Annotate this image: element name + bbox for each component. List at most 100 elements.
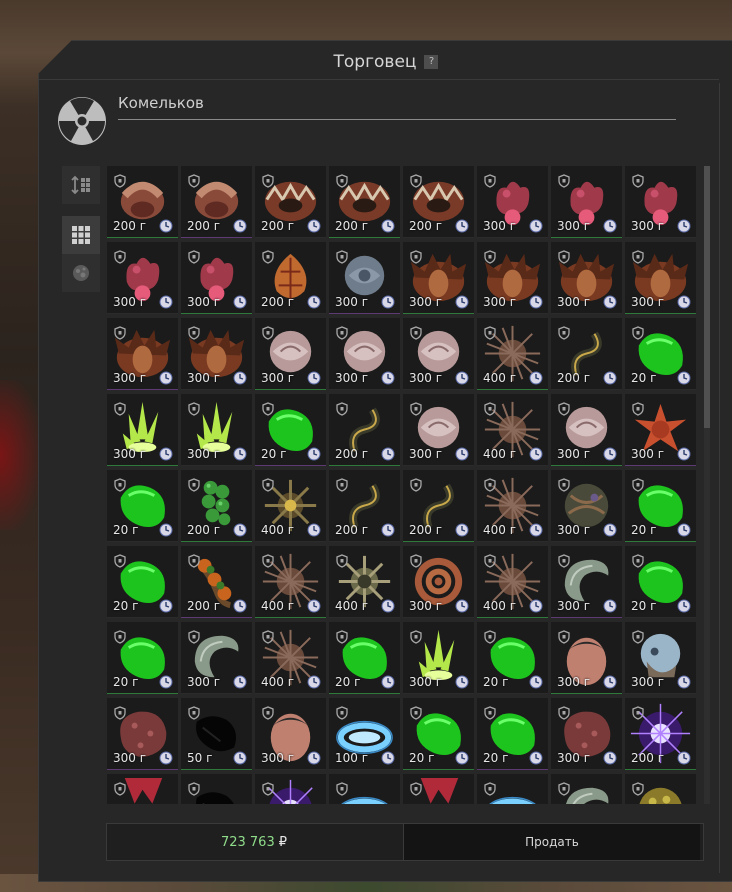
- item-slot[interactable]: 300 г: [551, 622, 622, 694]
- item-slot[interactable]: 200 г: [181, 470, 252, 542]
- item-price: 300 г: [557, 219, 591, 233]
- item-slot[interactable]: 300 г: [107, 318, 178, 390]
- shield-icon: [410, 630, 422, 644]
- artifact-filter-button[interactable]: [62, 254, 100, 292]
- item-slot[interactable]: 400 г: [255, 622, 326, 694]
- item-slot[interactable]: 300 г: [551, 394, 622, 466]
- grid-scrollbar[interactable]: [704, 166, 710, 804]
- item-slot[interactable]: 200 г: [329, 394, 400, 466]
- trader-name-underline: [118, 119, 676, 120]
- item-slot[interactable]: 300 г: [181, 394, 252, 466]
- item-slot[interactable]: 200 г: [403, 470, 474, 542]
- item-slot[interactable]: 300 г: [403, 546, 474, 618]
- item-price: 300 г: [557, 599, 591, 613]
- sell-button[interactable]: Продать: [403, 824, 700, 860]
- item-slot[interactable]: 300 г: [625, 242, 696, 314]
- item-slot[interactable]: 300 г: [477, 166, 548, 238]
- item-slot[interactable]: 400 г: [255, 470, 326, 542]
- shield-icon: [558, 706, 570, 720]
- item-slot[interactable]: 300 г: [625, 622, 696, 694]
- item-slot[interactable]: 20 г: [477, 698, 548, 770]
- item-price: 400 г: [261, 675, 295, 689]
- item-slot[interactable]: [181, 774, 252, 804]
- item-slot[interactable]: 300 г: [625, 166, 696, 238]
- item-slot[interactable]: 200 г: [181, 166, 252, 238]
- item-slot[interactable]: 300 г: [403, 242, 474, 314]
- item-slot[interactable]: 300 г: [403, 318, 474, 390]
- item-slot[interactable]: [107, 774, 178, 804]
- clock-icon: [307, 599, 321, 613]
- shield-icon: [632, 478, 644, 492]
- clock-icon: [381, 751, 395, 765]
- item-slot[interactable]: 20 г: [107, 546, 178, 618]
- item-price: 400 г: [483, 523, 517, 537]
- item-slot[interactable]: 200 г: [329, 166, 400, 238]
- item-slot[interactable]: [551, 774, 622, 804]
- grid-icon: [72, 226, 90, 244]
- item-slot[interactable]: 200 г: [329, 470, 400, 542]
- item-slot[interactable]: 300 г: [329, 242, 400, 314]
- item-slot[interactable]: 300 г: [255, 698, 326, 770]
- scrollbar-thumb[interactable]: [704, 166, 710, 428]
- item-slot[interactable]: 300 г: [255, 318, 326, 390]
- item-slot[interactable]: [255, 774, 326, 804]
- item-slot[interactable]: 300 г: [181, 622, 252, 694]
- item-slot[interactable]: 400 г: [477, 546, 548, 618]
- sort-button[interactable]: [62, 166, 100, 204]
- item-slot[interactable]: 400 г: [477, 394, 548, 466]
- item-slot[interactable]: 200 г: [107, 166, 178, 238]
- item-slot[interactable]: 300 г: [181, 318, 252, 390]
- item-slot[interactable]: 20 г: [477, 622, 548, 694]
- item-price: 300 г: [409, 371, 443, 385]
- item-slot[interactable]: 300 г: [551, 546, 622, 618]
- item-slot[interactable]: 400 г: [255, 546, 326, 618]
- item-slot[interactable]: 200 г: [403, 166, 474, 238]
- clock-icon: [233, 523, 247, 537]
- item-slot[interactable]: 20 г: [255, 394, 326, 466]
- grid-view-button[interactable]: [62, 216, 100, 254]
- item-slot[interactable]: 20 г: [107, 470, 178, 542]
- shield-icon: [336, 630, 348, 644]
- item-slot[interactable]: 300 г: [551, 242, 622, 314]
- item-slot[interactable]: 300 г: [107, 394, 178, 466]
- item-slot[interactable]: 300 г: [551, 470, 622, 542]
- item-slot[interactable]: 200 г: [255, 166, 326, 238]
- item-slot[interactable]: 300 г: [403, 622, 474, 694]
- item-slot[interactable]: 50 г: [181, 698, 252, 770]
- item-slot[interactable]: 400 г: [477, 318, 548, 390]
- shield-icon: [262, 250, 274, 264]
- item-slot[interactable]: [625, 774, 696, 804]
- item-slot[interactable]: 200 г: [255, 242, 326, 314]
- item-slot[interactable]: 20 г: [107, 622, 178, 694]
- item-slot[interactable]: 300 г: [107, 242, 178, 314]
- item-slot[interactable]: 200 г: [181, 546, 252, 618]
- item-slot[interactable]: 300 г: [181, 242, 252, 314]
- item-slot[interactable]: 300 г: [107, 698, 178, 770]
- item-slot[interactable]: [403, 774, 474, 804]
- item-price: 20 г: [113, 523, 139, 537]
- item-slot[interactable]: 300 г: [625, 394, 696, 466]
- item-slot[interactable]: 20 г: [625, 546, 696, 618]
- item-slot[interactable]: 300 г: [551, 166, 622, 238]
- help-button[interactable]: ?: [424, 55, 439, 69]
- item-slot[interactable]: 300 г: [551, 698, 622, 770]
- item-slot[interactable]: 100 г: [329, 698, 400, 770]
- item-slot[interactable]: 200 г: [551, 318, 622, 390]
- item-slot[interactable]: 20 г: [329, 622, 400, 694]
- item-slot[interactable]: 20 г: [625, 318, 696, 390]
- clock-icon: [529, 447, 543, 461]
- item-price: 300 г: [631, 295, 665, 309]
- shield-icon: [632, 326, 644, 340]
- item-slot[interactable]: 20 г: [403, 698, 474, 770]
- item-slot[interactable]: 300 г: [329, 318, 400, 390]
- item-slot[interactable]: 300 г: [477, 242, 548, 314]
- item-slot[interactable]: [477, 774, 548, 804]
- item-slot[interactable]: 300 г: [403, 394, 474, 466]
- shield-icon: [336, 402, 348, 416]
- item-slot[interactable]: 400 г: [477, 470, 548, 542]
- item-slot[interactable]: 400 г: [329, 546, 400, 618]
- shield-icon: [188, 402, 200, 416]
- item-slot[interactable]: [329, 774, 400, 804]
- item-slot[interactable]: 200 г: [625, 698, 696, 770]
- item-slot[interactable]: 20 г: [625, 470, 696, 542]
